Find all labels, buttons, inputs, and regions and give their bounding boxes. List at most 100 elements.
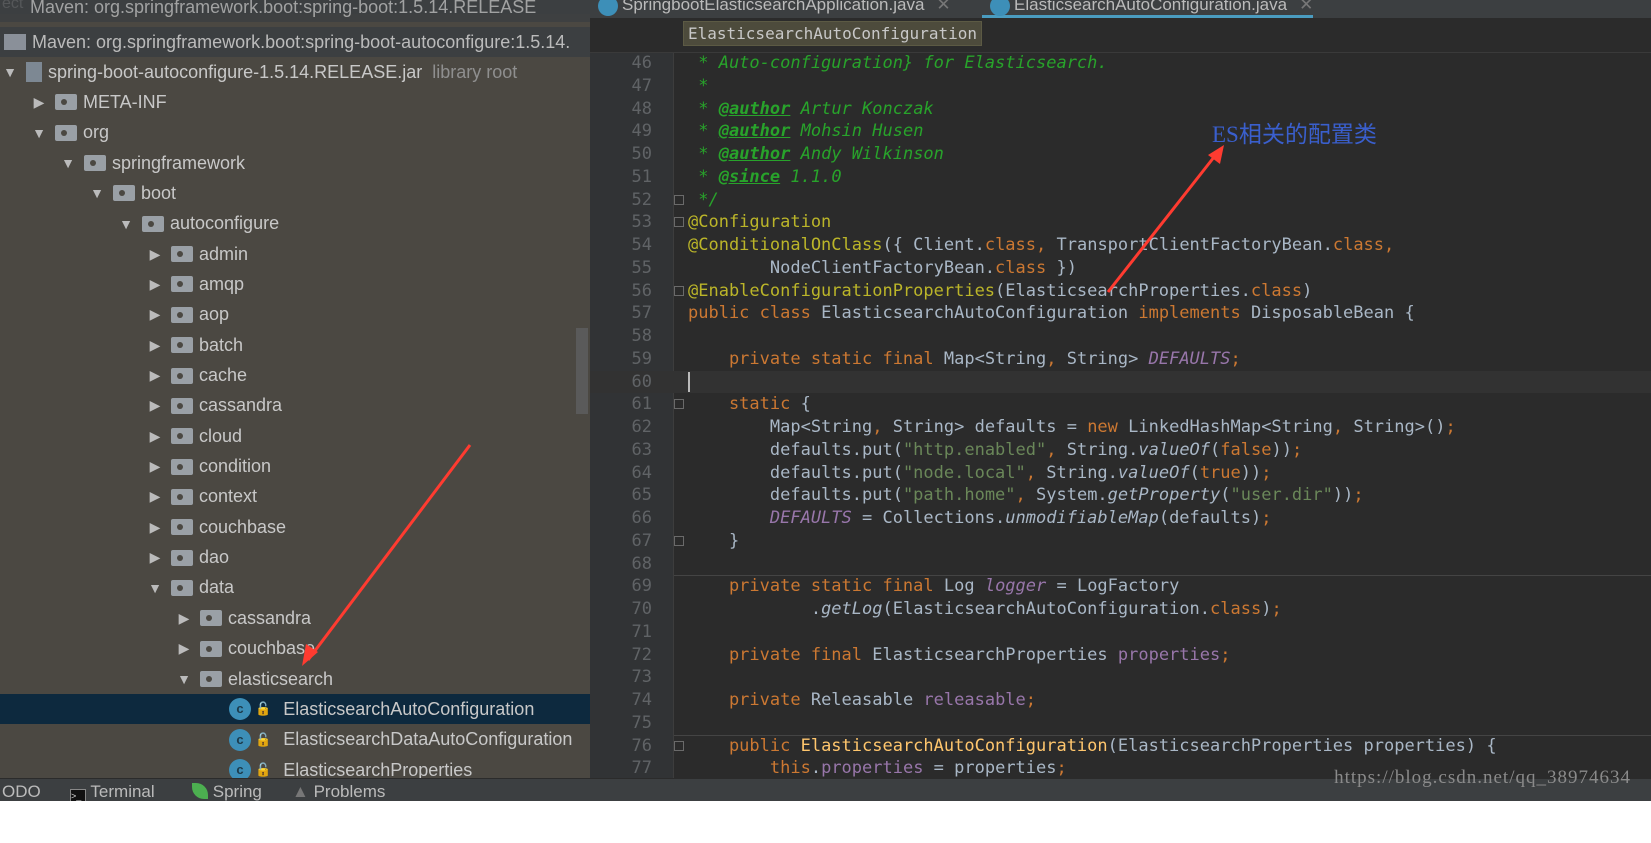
expand-down-icon[interactable]: ▼ [60,155,76,171]
code-line[interactable]: 70 .getLog(ElasticsearchAutoConfiguratio… [590,598,1651,621]
expand-right-icon[interactable]: ▶ [147,276,163,293]
code-line[interactable]: 68 [590,553,1651,576]
code-line[interactable]: 49 * @author Mohsin Husen [590,120,1651,143]
tree-row[interactable]: ▶ aop [0,300,590,330]
tree-row[interactable]: ▶ couchbase [0,512,590,542]
code-line[interactable]: 56 @EnableConfigurationProperties(Elastic… [590,280,1651,303]
code-line[interactable]: 75 [590,712,1651,735]
tree-row-label: Maven: org.springframework.boot:spring-b… [30,0,537,17]
expand-down-icon[interactable]: ▼ [147,580,163,596]
code-line[interactable]: 48 * @author Artur Konczak [590,98,1651,121]
breadcrumb[interactable]: ElasticsearchAutoConfiguration [683,21,982,46]
tree-row[interactable]: ▶ condition [0,452,590,482]
expand-right-icon[interactable]: ▶ [147,428,163,445]
tree-row[interactable]: ▶ cache [0,361,590,391]
tree-row[interactable]: ▶ batch [0,330,590,360]
code-token: ({ Client. [882,235,985,255]
code-line[interactable]: 73 [590,666,1651,689]
code-line[interactable]: 47 * [590,75,1651,98]
expand-down-icon[interactable]: ▼ [118,216,134,232]
tree-scrollbar[interactable] [576,328,588,414]
problems-tool-button[interactable]: ▲ Problems [292,782,385,802]
class-icon: c [229,698,251,721]
tab-springboot-application[interactable]: SpringbootElasticsearchApplication.java ✕ [590,0,951,18]
tree-row[interactable]: ▼ org [0,118,590,148]
code-line[interactable]: 55 NodeClientFactoryBean.class }) [590,257,1651,280]
tree-row[interactable]: ▶ META-INF [0,87,590,117]
spring-tool-button[interactable]: Spring [192,782,262,802]
tree-row[interactable]: ▼ elasticsearch [0,664,590,694]
expand-down-icon[interactable]: ▼ [2,64,18,80]
fold-icon[interactable] [674,217,684,228]
code-line[interactable]: 65 defaults.put("path.home", System.getP… [590,484,1651,507]
todo-tool-button[interactable]: ODO [2,782,41,802]
close-icon[interactable]: ✕ [1299,0,1313,14]
tree-row[interactable]: ▼ springframework [0,148,590,178]
code-line[interactable]: 54 @ConditionalOnClass({ Client.class, Tr… [590,234,1651,257]
code-line[interactable]: 46 * Auto-configuration} for Elasticsear… [590,52,1651,75]
tree-row[interactable]: ▼ autoconfigure [0,209,590,239]
code-line[interactable]: 60 [590,370,1651,394]
fold-icon[interactable] [674,194,684,205]
code-line[interactable]: 57 public class ElasticsearchAutoConfigur… [590,302,1651,325]
tree-row[interactable]: ▶ cassandra [0,391,590,421]
expand-right-icon[interactable]: ▶ [147,397,163,414]
expand-right-icon[interactable]: ▶ [147,367,163,384]
code-line[interactable]: 67 } [590,530,1651,553]
tree-row[interactable]: c 🔓 ElasticsearchProperties [0,755,590,778]
code-text: this.properties = properties; [688,757,1067,778]
code-line[interactable]: 50 * @author Andy Wilkinson [590,143,1651,166]
tree-row[interactable]: c 🔓 ElasticsearchDataAutoConfiguration [0,725,590,755]
code-text: defaults.put("path.home", System.getProp… [688,484,1364,507]
expand-right-icon[interactable]: ▶ [147,306,163,323]
code-line[interactable]: 63 defaults.put("http.enabled", String.v… [590,439,1651,462]
expand-down-icon[interactable]: ▼ [31,125,47,141]
expand-down-icon[interactable]: ▼ [89,185,105,201]
tree-row[interactable]: ▶ amqp [0,269,590,299]
expand-right-icon[interactable]: ▶ [147,519,163,536]
tree-row[interactable]: ▼ boot [0,178,590,208]
code-line[interactable]: 66 DEFAULTS = Collections.unmodifiableMa… [590,507,1651,530]
code-editor[interactable]: 46 * Auto-configuration} for Elasticsear… [590,52,1651,778]
code-line[interactable]: 64 defaults.put("node.local", String.val… [590,462,1651,485]
tree-row[interactable]: ▶ couchbase [0,634,590,664]
tree-row-maven-autoconfigure[interactable]: Maven: org.springframework.boot:spring-b… [0,27,590,57]
expand-right-icon[interactable]: ▶ [147,246,163,263]
expand-right-icon[interactable]: ▶ [176,640,192,657]
code-line[interactable]: 62 Map<String, String> defaults = new Li… [590,416,1651,439]
code-token: , [1046,348,1067,369]
tree-row[interactable]: ▶ cloud [0,421,590,451]
code-line[interactable]: 59 private static final Map<String, Stri… [590,348,1651,371]
code-line[interactable]: 61 static { [590,393,1651,416]
tree-row-maven-spring-boot[interactable]: Maven: org.springframework.boot:spring-b… [0,0,590,22]
tree-row[interactable]: ▶ context [0,482,590,512]
expand-right-icon[interactable]: ▶ [147,337,163,354]
code-line[interactable]: 69 private static final Log logger = Log… [590,575,1651,598]
code-line[interactable]: 74 private Releasable releasable; [590,689,1651,712]
tree-row[interactable]: ▼ spring-boot-autoconfigure-1.5.14.RELEAS… [0,57,590,87]
tree-row[interactable]: c 🔓 ElasticsearchAutoConfiguration [0,694,590,725]
tree-row[interactable]: ▼ data [0,573,590,603]
expand-right-icon[interactable]: ▶ [176,610,192,627]
code-line[interactable]: 58 [590,325,1651,348]
close-icon[interactable]: ✕ [936,0,950,14]
fold-icon[interactable] [674,740,684,751]
tab-elasticsearch-autoconfiguration[interactable]: ElasticsearchAutoConfiguration.java ✕ [982,0,1314,18]
tree-row[interactable]: ▶ admin [0,239,590,269]
code-line[interactable]: 71 [590,621,1651,644]
fold-icon[interactable] [674,535,684,546]
fold-icon[interactable] [674,399,684,410]
expand-right-icon[interactable]: ▶ [31,94,47,111]
expand-right-icon[interactable]: ▶ [147,549,163,566]
code-line[interactable]: 51 * @since 1.1.0 [590,166,1651,189]
tree-row[interactable]: ▶ dao [0,543,590,573]
fold-icon[interactable] [674,285,684,296]
code-line[interactable]: 53 @Configuration [590,211,1651,234]
expand-right-icon[interactable]: ▶ [147,488,163,505]
code-line[interactable]: 52 */ [590,189,1651,212]
expand-right-icon[interactable]: ▶ [147,458,163,475]
tree-row[interactable]: ▶ cassandra [0,603,590,633]
expand-down-icon[interactable]: ▼ [176,671,192,687]
code-line[interactable]: 72 private final ElasticsearchProperties… [590,644,1651,667]
code-line[interactable]: 76 public ElasticsearchAutoConfiguration… [590,735,1651,758]
